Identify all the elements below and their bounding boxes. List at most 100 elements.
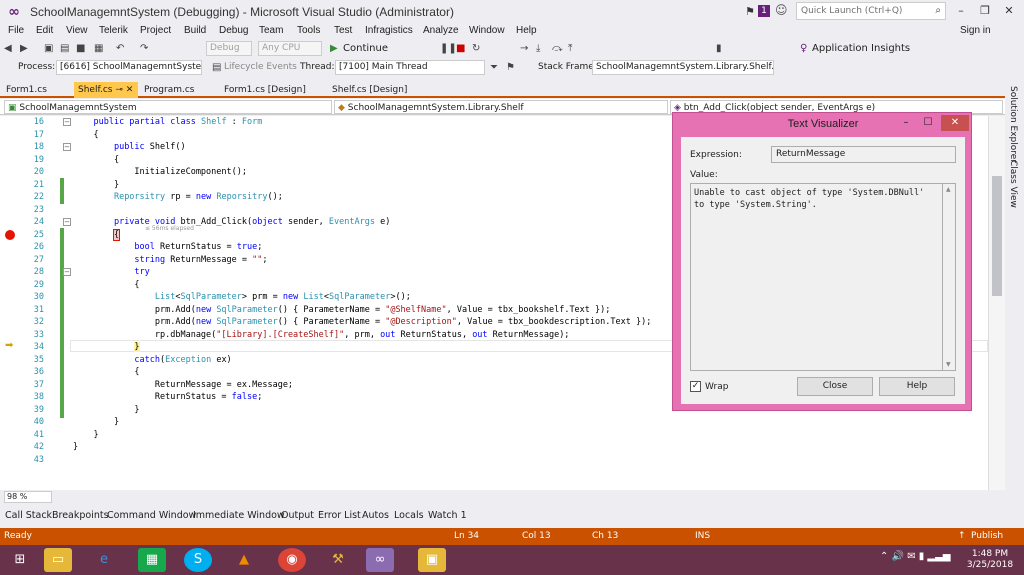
pin-icon[interactable]: ⊸ [115,85,123,95]
new-project-icon[interactable]: ▣ [44,41,53,57]
close-icon[interactable]: ✕ [998,2,1020,20]
code-line[interactable]: } [73,416,119,429]
notification-badge[interactable]: 1 [758,5,770,17]
expression-field[interactable]: ReturnMessage [771,146,956,163]
code-line[interactable]: private void btn_Add_Click(object sender… [73,216,390,229]
publish-button[interactable]: Publish [971,531,1003,541]
code-line[interactable]: ReturnStatus = false; [73,391,262,404]
menu-view[interactable]: View [66,25,88,36]
code-line[interactable]: Reporsitry rp = new Reporsitry(); [73,191,283,204]
menu-tools[interactable]: Tools [297,25,320,36]
dialog-close-icon[interactable]: ✕ [941,115,969,131]
tab-output[interactable]: Output [281,510,314,521]
code-line[interactable]: } [73,179,119,192]
type-select[interactable]: ◆ SchoolManagemntSystem.Library.Shelf [334,100,668,114]
collapse-icon[interactable]: − [63,118,71,126]
menu-debug[interactable]: Debug [219,25,248,36]
code-line[interactable]: string ReturnMessage = ""; [73,254,267,267]
solution-configuration-select[interactable]: Debug [206,41,252,56]
back-icon[interactable]: ◀ [4,41,12,57]
code-line[interactable]: } [73,429,98,442]
code-line[interactable]: { [73,279,139,292]
step-out-icon[interactable]: ⤒ [568,41,572,57]
code-line[interactable]: } [73,441,78,454]
tool-app-icon[interactable]: ⚒ [324,548,352,572]
sign-in-link[interactable]: Sign in [960,25,991,36]
menu-analyze[interactable]: Analyze [423,25,459,36]
solution-explorer-tab[interactable]: Solution Explorer [1008,86,1018,163]
code-line[interactable]: InitializeComponent(); [73,166,247,179]
menu-help[interactable]: Help [516,25,537,36]
visual-studio-taskbar-icon[interactable]: ∞ [366,548,394,572]
code-line[interactable]: } [73,341,140,354]
app-window-icon[interactable]: ▣ [418,548,446,572]
filter-icon[interactable]: ⏷ [490,60,498,76]
step-into-icon[interactable]: ⤓ [536,41,540,57]
code-line[interactable]: ReturnMessage = ex.Message; [73,379,293,392]
bookmark-icon[interactable]: ▮ [716,41,722,57]
windows-start-icon[interactable]: ⊞ [6,548,34,572]
scrollbar-thumb[interactable] [992,176,1002,296]
dialog-title-bar[interactable]: Text Visualizer – ☐ ✕ [673,113,971,136]
feedback-icon[interactable]: ☺ [775,3,788,17]
menu-telerik[interactable]: Telerik [99,25,128,36]
menu-infragistics[interactable]: Infragistics [365,25,413,36]
save-all-icon[interactable]: ▦ [94,41,103,57]
menu-edit[interactable]: Edit [36,25,53,36]
lifecycle-events-button[interactable]: Lifecycle Events [224,62,297,72]
restart-icon[interactable]: ↻ [472,41,480,57]
code-line[interactable]: catch(Exception ex) [73,354,231,367]
code-line[interactable]: bool ReturnStatus = true; [73,241,262,254]
class-view-tab[interactable]: Class View [1008,160,1018,208]
notification-flag-icon[interactable]: ⚑ [745,5,755,18]
continue-icon[interactable]: ▶ [330,41,338,57]
menu-window[interactable]: Window [469,25,505,36]
stack-frame-select[interactable]: SchoolManagemntSystem.Library.Shelf.bt [592,60,774,75]
menu-file[interactable]: File [8,25,24,36]
tab-command-window[interactable]: Command Window [107,510,196,521]
step-over-icon[interactable]: ⤼ [552,41,563,57]
internet-explorer-icon[interactable]: e [90,548,118,572]
wrap-checkbox[interactable]: ✓ [690,381,701,392]
forward-icon[interactable]: ▶ [20,41,28,57]
menu-team[interactable]: Team [259,25,283,36]
minimize-icon[interactable]: – [895,115,917,131]
scroll-up-icon[interactable]: ▲ [946,186,951,193]
code-line[interactable]: } [73,404,139,417]
store-icon[interactable]: ▦ [138,548,166,572]
close-button[interactable]: Close [797,377,873,396]
menu-project[interactable]: Project [140,25,171,36]
chrome-icon[interactable]: ◉ [278,548,306,572]
value-textarea[interactable]: Unable to cast object of type 'System.DB… [690,183,943,371]
file-explorer-icon[interactable]: ▭ [44,548,72,572]
project-select[interactable]: ▣ SchoolManagemntSystem [4,100,332,114]
show-next-statement-icon[interactable]: → [520,41,528,57]
save-icon[interactable]: ■ [76,41,85,57]
code-line[interactable]: try [73,266,149,279]
tab-shelf-design[interactable]: Shelf.cs [Design] [328,82,411,98]
code-line[interactable]: List<SqlParameter> prm = new List<SqlPar… [73,291,411,304]
publish-icon[interactable]: ↑ [958,531,966,541]
tab-form1-design[interactable]: Form1.cs [Design] [220,82,310,98]
value-scrollbar[interactable]: ▲ ▼ [943,183,956,371]
code-line[interactable]: { [73,366,139,379]
quick-launch-input[interactable]: Quick Launch (Ctrl+Q) ⌕ [796,2,946,20]
process-select[interactable]: [6616] SchoolManagemntSystem.v [56,60,202,75]
tab-immediate-window[interactable]: Immediate Window [193,510,285,521]
tab-error-list[interactable]: Error List [318,510,361,521]
menu-build[interactable]: Build [184,25,206,36]
stop-debugging-icon[interactable]: ■ [456,41,465,57]
tab-watch-1[interactable]: Watch 1 [428,510,467,521]
application-insights-button[interactable]: Application Insights [812,41,910,57]
close-tab-icon[interactable]: ✕ [126,85,134,95]
code-line[interactable]: { [73,228,121,242]
thread-select[interactable]: [7100] Main Thread [335,60,485,75]
maximize-icon[interactable]: ☐ [917,115,939,131]
solution-platform-select[interactable]: Any CPU [258,41,322,56]
minimize-icon[interactable]: – [950,2,972,20]
code-line[interactable]: { [73,129,98,142]
collapse-icon[interactable]: − [63,268,71,276]
tab-program-cs[interactable]: Program.cs [140,82,198,98]
editor-vertical-scrollbar[interactable] [988,116,1005,490]
code-line[interactable]: public Shelf() [73,141,186,154]
